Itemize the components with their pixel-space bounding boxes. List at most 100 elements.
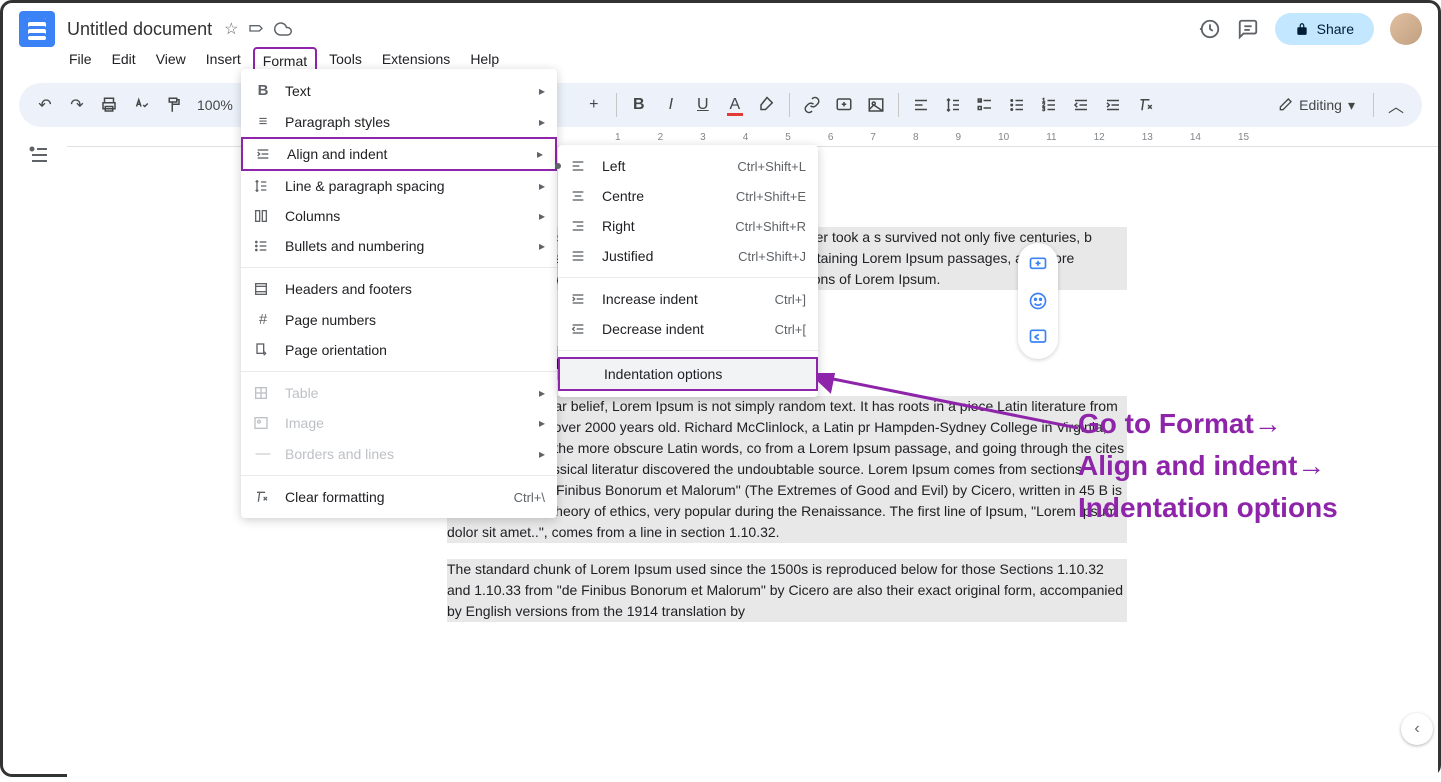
- line-spacing-icon: [253, 178, 273, 194]
- menu-view[interactable]: View: [148, 47, 194, 75]
- indent-icon: [255, 146, 275, 162]
- lock-icon: [1295, 22, 1309, 36]
- move-icon[interactable]: [248, 21, 264, 37]
- title-icons: ☆: [224, 19, 292, 39]
- emoji-icon[interactable]: [1022, 285, 1054, 317]
- align-indent-submenu: LeftCtrl+Shift+L CentreCtrl+Shift+E Righ…: [558, 145, 818, 397]
- arrow-right-icon: ▸: [539, 115, 545, 129]
- format-page-orientation-item[interactable]: Page orientation: [241, 335, 557, 365]
- menu-edit[interactable]: Edit: [104, 47, 144, 75]
- line-spacing-icon[interactable]: [939, 91, 967, 119]
- bold-icon[interactable]: B: [625, 91, 653, 119]
- suggest-icon[interactable]: [1022, 321, 1054, 353]
- undo-icon[interactable]: ↶: [31, 91, 59, 119]
- italic-icon[interactable]: I: [657, 91, 685, 119]
- align-left-item[interactable]: LeftCtrl+Shift+L: [558, 151, 818, 181]
- image-icon: [253, 415, 273, 431]
- orientation-icon: [253, 342, 273, 358]
- hash-icon: #: [253, 311, 273, 328]
- bullet-list-icon[interactable]: [1003, 91, 1031, 119]
- align-icon[interactable]: [907, 91, 935, 119]
- format-dropdown-menu: BText▸ ≡Paragraph styles▸ Align and inde…: [241, 69, 557, 518]
- comment-icon[interactable]: [1237, 18, 1259, 40]
- align-center-icon: [570, 188, 590, 204]
- collapse-icon[interactable]: ︿: [1382, 91, 1410, 119]
- redo-icon[interactable]: ↷: [63, 91, 91, 119]
- list-icon: [253, 238, 273, 254]
- increase-indent-item[interactable]: Increase indentCtrl+]: [558, 284, 818, 314]
- format-text-item[interactable]: BText▸: [241, 75, 557, 106]
- svg-text:3: 3: [1042, 107, 1045, 113]
- add-comment-icon[interactable]: [830, 91, 858, 119]
- arrow-right-icon: ▸: [539, 209, 545, 223]
- menu-file[interactable]: File: [61, 47, 100, 75]
- table-icon: [253, 385, 273, 401]
- share-label: Share: [1317, 21, 1354, 37]
- zoom-dropdown[interactable]: 100%: [191, 97, 239, 113]
- highlight-icon[interactable]: [753, 91, 781, 119]
- print-icon[interactable]: [95, 91, 123, 119]
- side-comment-toolbar: [1018, 243, 1058, 359]
- spellcheck-icon[interactable]: [127, 91, 155, 119]
- columns-icon: [253, 208, 273, 224]
- header-footer-icon: [253, 281, 273, 297]
- format-borders-lines-item: —Borders and lines▸: [241, 438, 557, 469]
- text-color-icon[interactable]: A: [721, 91, 749, 119]
- format-columns-item[interactable]: Columns▸: [241, 201, 557, 231]
- align-right-icon: [570, 218, 590, 234]
- left-panel: [3, 131, 67, 782]
- format-line-spacing-item[interactable]: Line & paragraph spacing▸: [241, 171, 557, 201]
- document-title[interactable]: Untitled document: [67, 19, 212, 40]
- decrease-indent-icon[interactable]: [1067, 91, 1095, 119]
- paragraph-3[interactable]: The standard chunk of Lorem Ipsum used s…: [447, 559, 1127, 622]
- format-table-item: Table▸: [241, 378, 557, 408]
- user-avatar[interactable]: [1390, 13, 1422, 45]
- format-headers-footers-item[interactable]: Headers and footers: [241, 274, 557, 304]
- link-icon[interactable]: [798, 91, 826, 119]
- increase-indent-icon[interactable]: [1099, 91, 1127, 119]
- decrease-indent-icon: [570, 321, 590, 337]
- editing-mode-button[interactable]: Editing ▾: [1267, 93, 1365, 118]
- history-icon[interactable]: [1199, 18, 1221, 40]
- annotation-text: Go to Format→ Align and indent→ Indentat…: [1078, 403, 1338, 529]
- paint-format-icon[interactable]: [159, 91, 187, 119]
- format-align-indent-item[interactable]: Align and indent▸: [241, 137, 557, 171]
- arrow-right-icon: ▸: [539, 179, 545, 193]
- bold-icon: B: [253, 82, 273, 99]
- arrow-right-icon: ▸: [537, 147, 543, 161]
- share-button[interactable]: Share: [1275, 13, 1374, 45]
- format-image-item: Image▸: [241, 408, 557, 438]
- expand-side-panel-button[interactable]: ‹: [1401, 713, 1433, 745]
- plus-icon[interactable]: +: [580, 91, 608, 119]
- arrow-right-icon: ▸: [539, 386, 545, 400]
- format-bullets-numbering-item[interactable]: Bullets and numbering▸: [241, 231, 557, 261]
- indentation-options-item[interactable]: Indentation options: [558, 357, 818, 391]
- menubar: File Edit View Insert Format Tools Exten…: [3, 47, 1438, 79]
- image-icon[interactable]: [862, 91, 890, 119]
- cloud-icon[interactable]: [274, 20, 292, 38]
- underline-icon[interactable]: U: [689, 91, 717, 119]
- align-left-icon: [570, 158, 590, 174]
- arrow-right-icon: ▸: [539, 84, 545, 98]
- clear-format-icon[interactable]: [1131, 91, 1159, 119]
- align-centre-item[interactable]: CentreCtrl+Shift+E: [558, 181, 818, 211]
- add-comment-side-icon[interactable]: [1022, 249, 1054, 281]
- header-bar: Untitled document ☆ Share: [3, 3, 1438, 47]
- clear-icon: [253, 489, 273, 505]
- editing-label: Editing: [1299, 97, 1342, 113]
- decrease-indent-item[interactable]: Decrease indentCtrl+[: [558, 314, 818, 344]
- format-page-numbers-item[interactable]: #Page numbers: [241, 304, 557, 335]
- dropdown-arrow-icon: ▾: [1348, 97, 1355, 114]
- arrow-right-icon: ▸: [539, 447, 545, 461]
- docs-logo-icon[interactable]: [19, 11, 55, 47]
- align-justified-item[interactable]: JustifiedCtrl+Shift+J: [558, 241, 818, 271]
- align-right-item[interactable]: RightCtrl+Shift+R: [558, 211, 818, 241]
- format-paragraph-styles-item[interactable]: ≡Paragraph styles▸: [241, 106, 557, 137]
- pencil-icon: [1277, 97, 1293, 113]
- format-clear-formatting-item[interactable]: Clear formattingCtrl+\: [241, 482, 557, 512]
- star-icon[interactable]: ☆: [224, 19, 238, 39]
- align-justify-icon: [570, 248, 590, 264]
- checklist-icon[interactable]: [971, 91, 999, 119]
- numbered-list-icon[interactable]: 123: [1035, 91, 1063, 119]
- outline-icon[interactable]: [27, 143, 55, 171]
